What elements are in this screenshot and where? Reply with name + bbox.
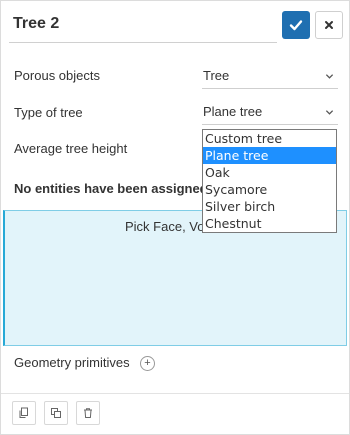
dropdown-option-selected[interactable]: Plane tree	[203, 147, 336, 164]
close-button[interactable]	[315, 11, 343, 39]
dropdown-option[interactable]: Chestnut	[203, 215, 336, 232]
porous-objects-select[interactable]: Tree	[202, 64, 338, 89]
check-icon	[289, 20, 303, 31]
chevron-down-icon	[325, 74, 334, 79]
footer-divider	[1, 393, 349, 394]
dropdown-option[interactable]: Custom tree	[203, 130, 336, 147]
panel-header: Tree 2	[1, 1, 349, 51]
porous-objects-label: Porous objects	[14, 68, 100, 83]
tree-settings-panel: Tree 2 Porous objects Tree Type of tree …	[0, 0, 350, 435]
chevron-down-icon	[325, 110, 334, 115]
dropdown-option[interactable]: Sycamore	[203, 181, 336, 198]
duplicate-icon	[51, 408, 61, 418]
confirm-button[interactable]	[282, 11, 310, 39]
average-tree-height-label: Average tree height	[14, 141, 128, 156]
assignment-status: No entities have been assigned	[14, 181, 208, 196]
add-geometry-primitive-button[interactable]: +	[140, 356, 155, 371]
geometry-primitives-label: Geometry primitives	[14, 355, 130, 370]
panel-title-input[interactable]: Tree 2	[13, 15, 59, 33]
close-icon	[325, 21, 333, 29]
dropdown-option[interactable]: Silver birch	[203, 198, 336, 215]
dropdown-option[interactable]: Oak	[203, 164, 336, 181]
type-of-tree-label: Type of tree	[14, 105, 83, 120]
type-of-tree-value: Plane tree	[203, 104, 263, 119]
copy-button[interactable]	[12, 401, 36, 425]
duplicate-button[interactable]	[44, 401, 68, 425]
type-of-tree-dropdown-list: Custom tree Plane tree Oak Sycamore Silv…	[202, 129, 337, 233]
copy-icon	[19, 407, 28, 418]
porous-objects-value: Tree	[203, 68, 230, 83]
delete-button[interactable]	[76, 401, 100, 425]
title-underline	[9, 42, 277, 43]
trash-icon	[84, 408, 92, 418]
type-of-tree-select[interactable]: Plane tree	[202, 100, 338, 125]
